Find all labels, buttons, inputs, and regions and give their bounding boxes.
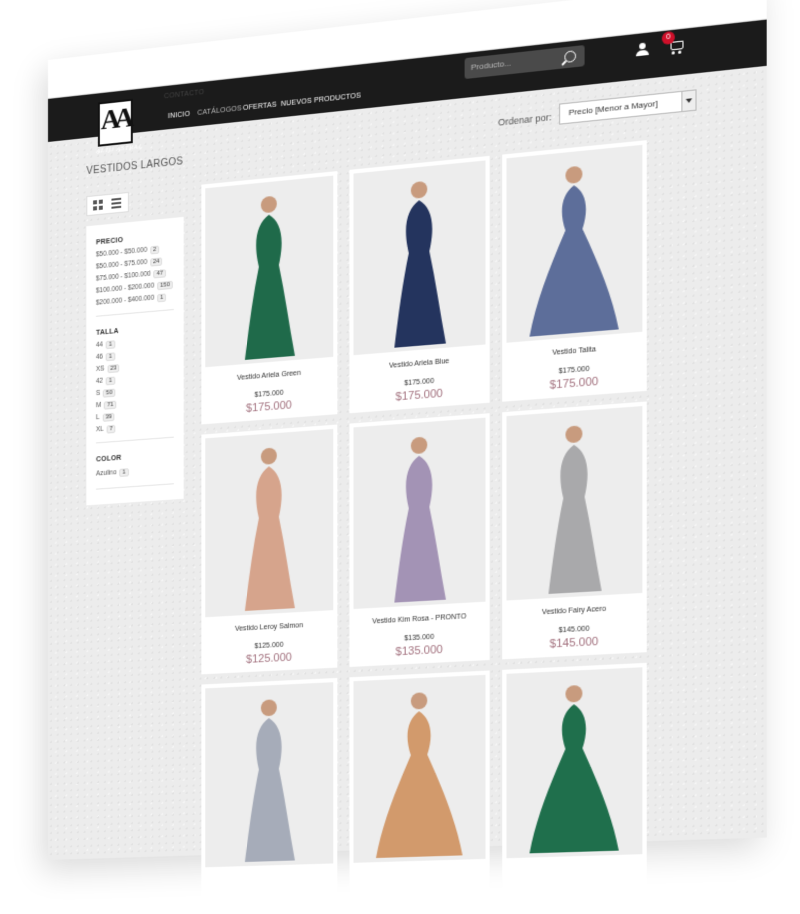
brand-logo[interactable]: AA ALTO ASTRAL [92, 97, 146, 155]
product-image[interactable] [205, 682, 334, 868]
dress-shape [244, 464, 295, 611]
dress-figure [244, 699, 295, 863]
product-name[interactable]: Vestido Leroy Salmon [201, 620, 337, 635]
screenshot-stage: CONTACTO AA ALTO ASTRAL INICIO CATÁLOGOS… [0, 0, 800, 914]
sort-label: Ordenar por: [498, 111, 552, 128]
search-input[interactable]: Producto... [471, 58, 511, 72]
product-card[interactable] [201, 677, 338, 914]
filter-sidebar: PRECIO $50.000 - $50.000 2 $50.000 - $75.… [86, 216, 184, 506]
grid-view-icon[interactable] [93, 199, 103, 211]
dress-shape [394, 197, 446, 348]
sort-selected-value: Precio [Menor a Mayor] [568, 98, 658, 118]
dress-shape [394, 453, 446, 603]
filter-divider [96, 436, 174, 444]
product-card[interactable]: Vestido Kim Rosa - PRONTO $135.000 $135.… [349, 413, 490, 667]
product-card[interactable]: Vestido Fairy Acero $145.000 $145.000 [502, 401, 647, 660]
store-page: CONTACTO AA ALTO ASTRAL INICIO CATÁLOGOS… [48, 0, 767, 914]
product-name[interactable]: Vestido Kim Rosa - PRONTO [349, 612, 489, 627]
product-card[interactable]: Vestido Ariela Green $175.000 $175.000 [201, 171, 338, 425]
dress-figure [244, 195, 295, 360]
product-card[interactable]: Vestido Ariela Blue $175.000 $175.000 [349, 155, 490, 414]
product-image[interactable] [506, 667, 643, 859]
filter-heading-precio: PRECIO [96, 236, 124, 247]
product-name[interactable]: Vestido Fairy Acero [502, 603, 647, 618]
filter-heading-color: COLOR [96, 454, 122, 464]
dress-figure [529, 684, 619, 854]
dress-figure [375, 692, 463, 859]
filter-divider [96, 308, 174, 317]
sort-select[interactable]: Precio [Menor a Mayor] [559, 89, 697, 125]
product-card[interactable]: Vestido Leroy Salmon $125.000 $125.000 [201, 424, 338, 675]
dress-figure [394, 180, 446, 348]
filter-size-option[interactable]: M 71 [96, 400, 117, 411]
product-image[interactable] [353, 674, 486, 863]
view-toggle [86, 191, 129, 217]
product-name[interactable]: Vestido Talita [502, 342, 647, 361]
filter-size-option[interactable]: 42 1 [96, 376, 115, 387]
filter-color-option[interactable]: Azulino 1 [96, 468, 129, 478]
logo-monogram: AA [100, 102, 129, 137]
dress-shape [529, 702, 619, 854]
dress-shape [375, 709, 463, 859]
filter-size-option[interactable]: 44 1 [96, 340, 115, 350]
category-title: VESTIDOS LARGOS [86, 156, 184, 178]
product-image[interactable] [205, 428, 334, 618]
dress-figure [529, 165, 619, 337]
filter-price-option[interactable]: $50.000 - $50.000 2 [96, 245, 160, 260]
filter-size-option[interactable]: XS 23 [96, 364, 120, 374]
dress-figure [394, 436, 446, 603]
product-image[interactable] [506, 144, 643, 343]
product-image[interactable] [205, 175, 334, 368]
product-card[interactable] [349, 670, 490, 914]
product-name[interactable]: Vestido Ariela Blue [349, 355, 489, 373]
filter-heading-talla: TALLA [96, 327, 119, 337]
dress-shape [244, 212, 295, 360]
dress-figure [244, 447, 295, 611]
product-image[interactable] [353, 417, 486, 610]
search-icon[interactable] [564, 50, 577, 64]
dress-figure [548, 425, 602, 594]
product-card[interactable]: Vestido Talita $175.000 $175.000 [502, 140, 647, 402]
filter-price-option[interactable]: $200.000 - $400.000 1 [96, 293, 167, 307]
product-card[interactable] [502, 662, 647, 914]
filter-size-option[interactable]: L 39 [96, 412, 115, 422]
chevron-down-icon[interactable] [681, 90, 696, 112]
filter-size-option[interactable]: 46 1 [96, 352, 115, 362]
list-view-icon[interactable] [111, 197, 122, 209]
product-image[interactable] [506, 406, 643, 601]
filter-divider [96, 483, 174, 490]
dress-shape [244, 716, 295, 863]
user-icon[interactable] [635, 42, 649, 57]
product-name[interactable]: Vestido Ariela Green [201, 367, 337, 385]
product-image[interactable] [353, 160, 486, 356]
filter-size-option[interactable]: S 50 [96, 388, 116, 399]
dress-shape [548, 442, 602, 594]
filter-size-option[interactable]: XL 7 [96, 424, 116, 435]
dress-shape [529, 181, 619, 337]
